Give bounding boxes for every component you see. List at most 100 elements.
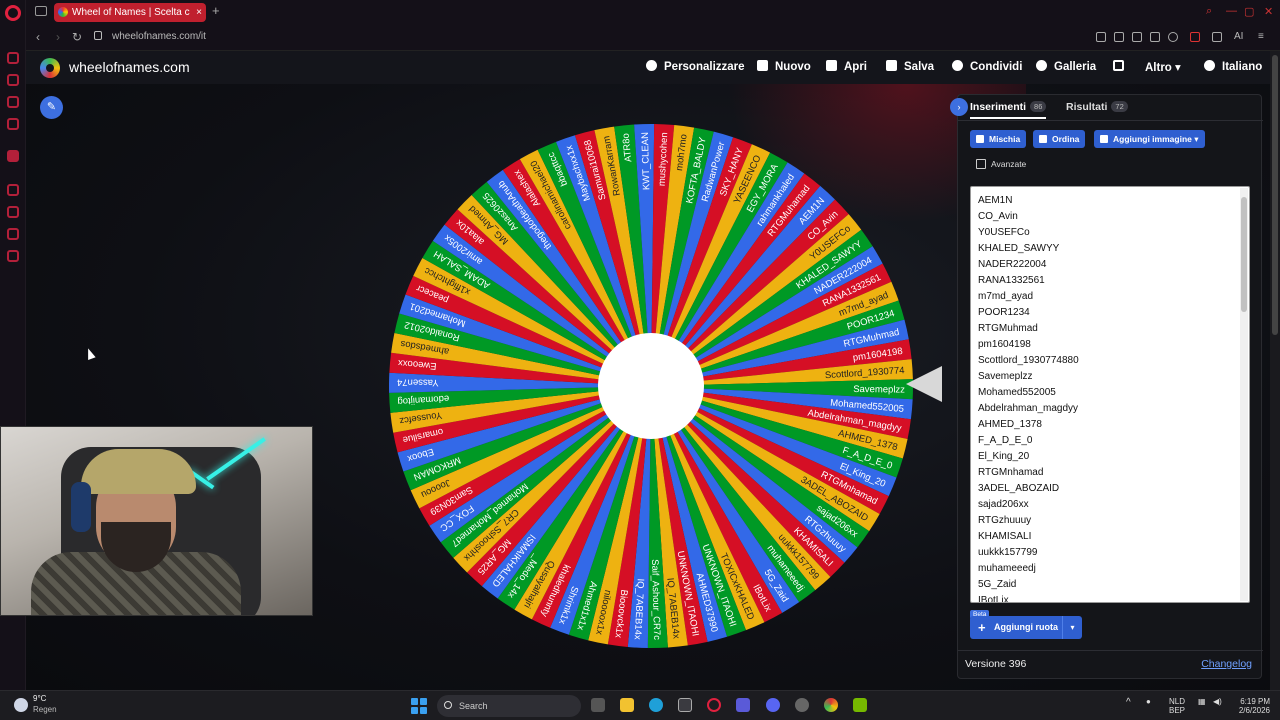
tray-overflow-icon[interactable]: ^ [1126, 697, 1131, 708]
page-scrollbar[interactable] [1270, 51, 1280, 690]
entry-item[interactable]: RANA1332561 [978, 275, 1045, 286]
browser-tab[interactable]: Wheel of Names | Scelta c × [54, 3, 206, 22]
entry-item[interactable]: sajad206xx [978, 499, 1029, 510]
menu-save[interactable]: Salva [886, 60, 934, 73]
entry-item[interactable]: 5G_Zaid [978, 579, 1016, 590]
entry-item[interactable]: CO_Avin [978, 211, 1018, 222]
network-icon[interactable]: ▦ [1198, 697, 1206, 706]
opera-logo-icon[interactable] [5, 5, 21, 21]
volume-icon[interactable]: ◀) [1213, 697, 1222, 706]
entry-item[interactable]: KHALED_SAWYY [978, 243, 1059, 254]
entry-item[interactable]: F_A_D_E_0 [978, 435, 1032, 446]
input-language[interactable]: NLD BEP [1169, 697, 1185, 715]
download-icon[interactable] [1212, 32, 1222, 42]
entry-item[interactable]: muhameeedj [978, 563, 1036, 574]
vpn-icon[interactable] [1150, 32, 1160, 42]
store-icon[interactable] [678, 698, 692, 712]
add-image-button[interactable]: Aggiungi immagine ▾ [1094, 130, 1205, 148]
browser-menu-icon[interactable]: ≡ [1258, 31, 1264, 42]
app-icon[interactable] [736, 698, 750, 712]
search-tabs-icon[interactable]: ⌕ [1206, 5, 1212, 18]
entry-item[interactable]: POOR1234 [978, 307, 1030, 318]
maximize-icon[interactable]: ▢ [1244, 5, 1254, 18]
entry-item[interactable]: Y0USEFCo [978, 227, 1030, 238]
menu-gallery[interactable]: Galleria [1036, 60, 1096, 73]
tab-entries[interactable]: Inserimenti 86 [970, 101, 1047, 119]
player-icon[interactable] [7, 184, 19, 196]
shuffle-button[interactable]: Mischia [970, 130, 1027, 148]
changelog-link[interactable]: Changelog [1201, 658, 1252, 670]
gx-icon[interactable] [7, 650, 19, 662]
music-icon[interactable] [7, 118, 19, 130]
entry-item[interactable]: NADER222004 [978, 259, 1046, 270]
entry-item[interactable]: Scottlord_1930774880 [978, 355, 1079, 366]
edge-icon[interactable] [649, 698, 663, 712]
entry-item[interactable]: Abdelrahman_magdyy [978, 403, 1078, 414]
brand-logo-icon[interactable] [40, 58, 60, 78]
weather-temperature[interactable]: 9°C [33, 694, 46, 703]
entry-item[interactable]: AHMED_1378 [978, 419, 1042, 430]
favorite-icon[interactable] [1168, 32, 1178, 42]
telegram-icon[interactable] [7, 74, 19, 86]
taskbar-search[interactable]: Search [437, 695, 581, 717]
collapse-panel-button[interactable]: › [950, 98, 968, 116]
chrome-icon[interactable] [824, 698, 838, 712]
add-wheel-button[interactable]: + Aggiungi ruota ▾ [970, 616, 1082, 639]
brand-name[interactable]: wheelofnames.com [69, 59, 190, 75]
add-wheel-dropdown-icon[interactable]: ▾ [1062, 616, 1082, 639]
menu-share[interactable]: Condividi [952, 60, 1022, 73]
discord-icon[interactable] [766, 698, 780, 712]
entry-item[interactable]: Savemeplzz [978, 371, 1032, 382]
entry-item[interactable]: RTGMuhmad [978, 323, 1038, 334]
menu-more[interactable]: Altro ▾ [1145, 60, 1181, 74]
more-icon[interactable] [7, 672, 19, 684]
entry-item[interactable]: IBotLix [978, 595, 1009, 602]
entries-textarea[interactable]: AEM1N CO_Avin Y0USEFCo KHALED_SAWYY NADER222… [970, 186, 1250, 603]
entry-item[interactable]: AEM1N [978, 195, 1012, 206]
nvidia-icon[interactable] [853, 698, 867, 712]
tab-list-icon[interactable] [35, 6, 47, 16]
list-scrollbar-thumb[interactable] [1241, 197, 1247, 312]
back-icon[interactable]: ‹ [36, 30, 40, 44]
entry-item[interactable]: uukkk157799 [978, 547, 1038, 558]
tab-results[interactable]: Risultati 72 [1066, 101, 1128, 113]
minimize-icon[interactable]: — [1226, 5, 1237, 17]
weather-icon[interactable] [14, 698, 28, 712]
url-field[interactable]: wheelofnames.com/it [112, 31, 206, 42]
entry-item[interactable]: RTGMnhamad [978, 467, 1043, 478]
fullscreen-button[interactable] [1113, 60, 1131, 73]
settings-icon[interactable] [7, 250, 19, 262]
twitch-icon[interactable] [7, 150, 19, 162]
menu-customize[interactable]: Personalizzare [646, 60, 745, 73]
page-scrollbar-thumb[interactable] [1272, 55, 1278, 335]
entry-item[interactable]: m7md_ayad [978, 291, 1033, 302]
messenger-icon[interactable] [7, 52, 19, 64]
menu-open[interactable]: Apri [826, 60, 867, 73]
entry-item[interactable]: KHAMISALI [978, 531, 1031, 542]
entry-item[interactable]: pm1604198 [978, 339, 1031, 350]
opera-gx-taskbar-icon[interactable] [707, 698, 721, 712]
forward-icon[interactable]: › [56, 30, 60, 44]
clock[interactable]: 6:19 PM 2/6/2026 [1232, 697, 1270, 715]
adblock-icon[interactable] [1132, 32, 1142, 42]
aria-ai-button[interactable]: AI [1234, 31, 1243, 42]
gx-control-icon[interactable] [1190, 32, 1200, 42]
menu-new[interactable]: Nuovo [757, 60, 811, 73]
entry-item[interactable]: 3ADEL_ABOZAID [978, 483, 1059, 494]
menu-language[interactable]: Italiano [1204, 60, 1262, 73]
reload-icon[interactable]: ↻ [72, 30, 82, 44]
bookmark-icon[interactable] [1096, 32, 1106, 42]
snapshot-icon[interactable] [1114, 32, 1124, 42]
new-tab-button[interactable]: + [212, 3, 220, 18]
task-view-icon[interactable] [591, 698, 605, 712]
settings-taskbar-icon[interactable] [795, 698, 809, 712]
edit-pencil-button[interactable]: ✎ [40, 96, 63, 119]
extensions-icon[interactable] [7, 228, 19, 240]
name-wheel[interactable]: AEM1NCO_AvinY0USEFCoKHALED_SAWYYNADER222… [387, 122, 915, 650]
wheel-center-circle[interactable] [598, 333, 704, 439]
entry-item[interactable]: Mohamed552005 [978, 387, 1056, 398]
tab-close-icon[interactable]: × [196, 3, 202, 22]
whatsapp-icon[interactable] [7, 96, 19, 108]
entry-item[interactable]: RTGzhuuuy [978, 515, 1031, 526]
history-icon[interactable] [7, 206, 19, 218]
